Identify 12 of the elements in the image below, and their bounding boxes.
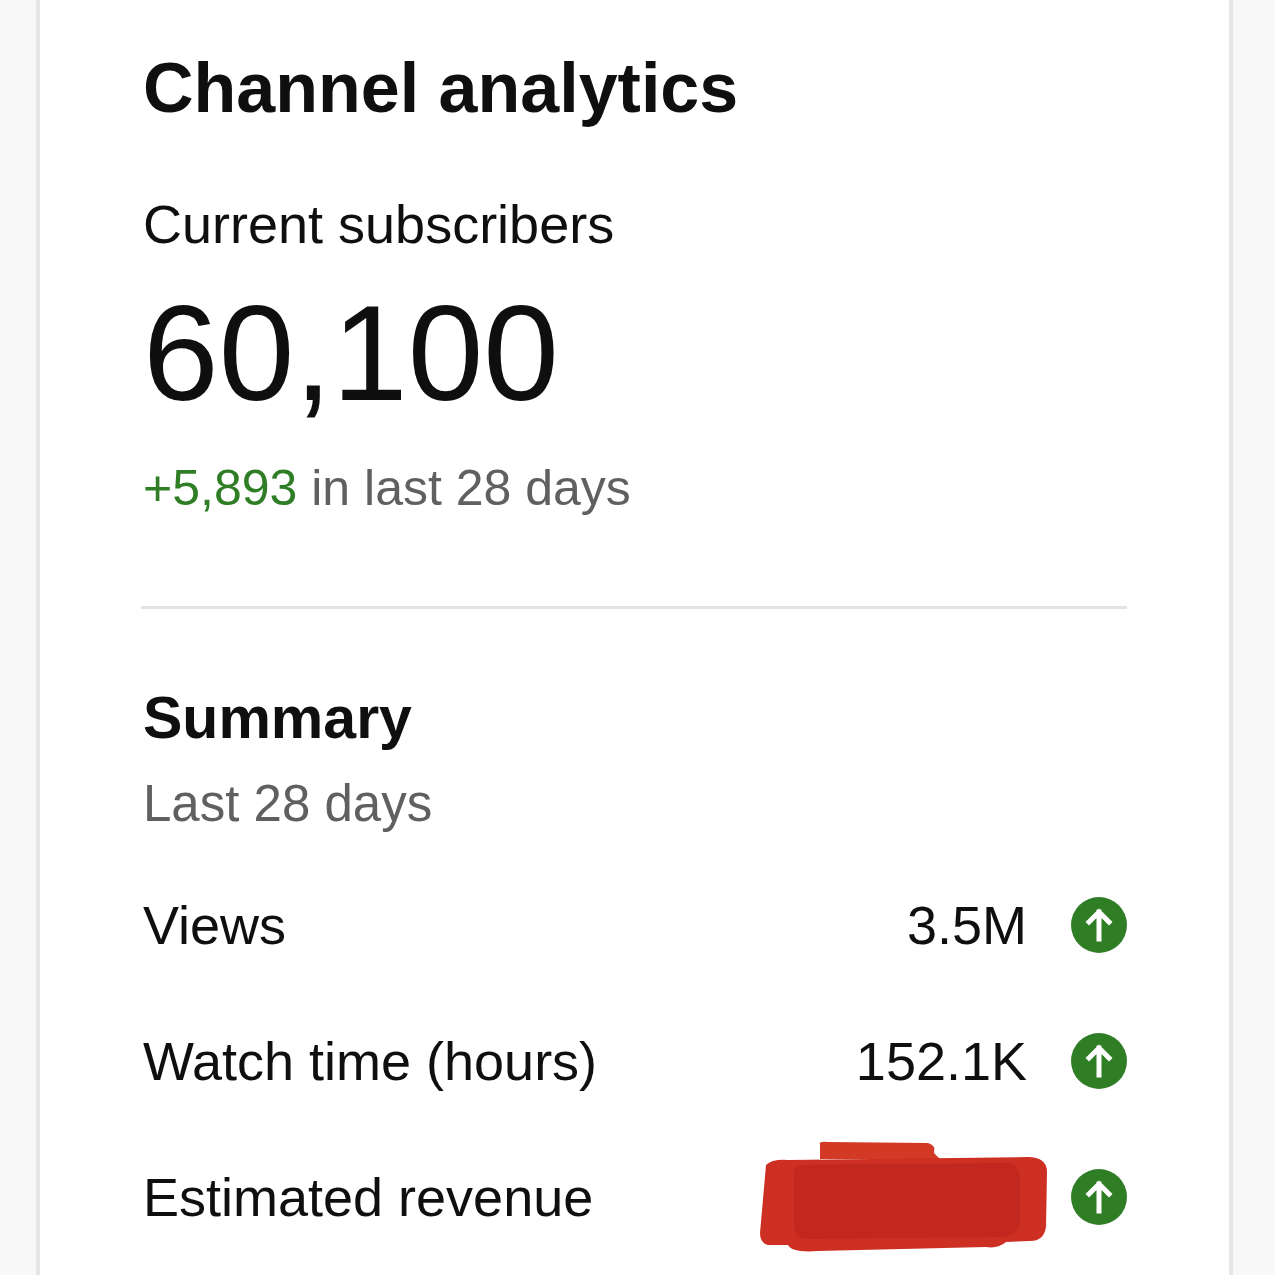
period-label: Last 28 days — [143, 774, 433, 834]
metric-label: Watch time (hours) — [143, 1030, 598, 1093]
change-period: in last 28 days — [311, 460, 631, 516]
section-label: Current subscribers — [143, 193, 615, 256]
metric-value: 3.5M — [906, 894, 1027, 957]
metric-value: 152.1K — [855, 1030, 1027, 1093]
section-title: Summary — [143, 684, 412, 753]
subscriber-count: 60,100 — [143, 283, 559, 423]
subscriber-change: +5,893 — [143, 460, 298, 516]
metric-label: Estimated revenue — [143, 1166, 594, 1229]
metric-label: Views — [143, 894, 287, 957]
page-title: Channel analytics — [143, 48, 739, 128]
